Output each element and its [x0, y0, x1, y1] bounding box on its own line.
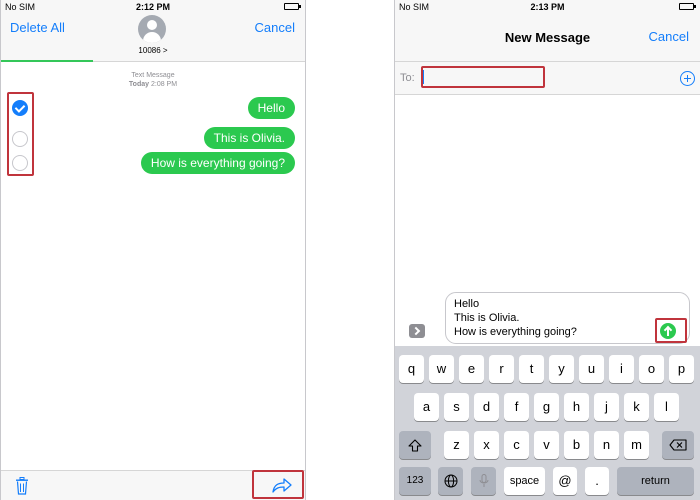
backspace-key[interactable] — [662, 431, 694, 459]
period-key[interactable]: . — [585, 467, 609, 495]
message-bubble-2[interactable]: This is Olivia. — [203, 127, 295, 149]
microphone-icon — [479, 474, 488, 487]
status-time: 2:12 PM — [135, 2, 170, 12]
message-input[interactable]: Hello This is Olivia. How is everything … — [445, 292, 690, 344]
status-time: 2:13 PM — [530, 2, 565, 12]
highlight-recipient-field — [421, 66, 545, 88]
timestamp-day: Today — [128, 81, 150, 88]
key-n[interactable]: n — [594, 431, 619, 459]
right-phone-screen: No SIM 2:13 PM New Message Cancel To: He… — [394, 0, 700, 500]
contact-avatar-icon[interactable] — [138, 15, 166, 43]
key-b[interactable]: b — [564, 431, 589, 459]
key-u[interactable]: u — [579, 355, 604, 383]
shift-icon — [408, 439, 422, 452]
key-x[interactable]: x — [474, 431, 499, 459]
key-o[interactable]: o — [639, 355, 664, 383]
status-bar: No SIM 2:12 PM — [1, 0, 305, 14]
message-input-line: This is Olivia. — [454, 312, 520, 324]
space-key[interactable]: space — [504, 467, 545, 495]
to-label: To: — [400, 72, 415, 84]
progress-underline — [1, 60, 93, 62]
key-e[interactable]: e — [459, 355, 484, 383]
key-i[interactable]: i — [609, 355, 634, 383]
message-service-label: Text Message — [131, 72, 175, 79]
key-g[interactable]: g — [534, 393, 559, 421]
battery-icon — [284, 3, 301, 10]
key-p[interactable]: p — [669, 355, 694, 383]
compose-bar: Hello This is Olivia. How is everything … — [395, 289, 700, 346]
shift-key[interactable] — [399, 431, 431, 459]
status-bar: No SIM 2:13 PM — [395, 0, 700, 14]
key-h[interactable]: h — [564, 393, 589, 421]
backspace-icon — [669, 439, 687, 451]
message-input-line: How is everything going? — [454, 326, 577, 338]
key-k[interactable]: k — [624, 393, 649, 421]
delete-all-button[interactable]: Delete All — [10, 20, 65, 35]
conversation-header: No SIM 2:12 PM Delete All Cancel 10086 > — [1, 0, 305, 62]
key-q[interactable]: q — [399, 355, 424, 383]
key-z[interactable]: z — [444, 431, 469, 459]
globe-icon — [444, 474, 457, 488]
key-d[interactable]: d — [474, 393, 499, 421]
key-j[interactable]: j — [594, 393, 619, 421]
add-contact-icon[interactable] — [680, 71, 695, 86]
at-key[interactable]: @ — [553, 467, 577, 495]
new-message-header: No SIM 2:13 PM New Message Cancel — [395, 0, 700, 62]
timestamp-time: 2:08 PM — [150, 81, 178, 88]
key-l[interactable]: l — [654, 393, 679, 421]
highlight-forward-button — [252, 470, 304, 499]
message-bubble-3[interactable]: How is everything going? — [140, 152, 295, 174]
key-v[interactable]: v — [534, 431, 559, 459]
battery-icon — [679, 3, 696, 10]
key-c[interactable]: c — [504, 431, 529, 459]
cancel-button[interactable]: Cancel — [255, 20, 295, 35]
key-w[interactable]: w — [429, 355, 454, 383]
dictation-key[interactable] — [471, 467, 496, 495]
trash-icon[interactable] — [15, 477, 29, 495]
key-s[interactable]: s — [444, 393, 469, 421]
key-r[interactable]: r — [489, 355, 514, 383]
message-input-line: Hello — [454, 298, 480, 310]
keyboard: qwertyuiop asdfghjkl zxcvbnm 123 space @… — [395, 346, 700, 500]
contact-number[interactable]: 10086 > — [1, 46, 305, 55]
return-key[interactable]: return — [617, 467, 694, 495]
message-timestamp: Today 2:08 PM — [1, 81, 305, 88]
key-t[interactable]: t — [519, 355, 544, 383]
key-m[interactable]: m — [624, 431, 649, 459]
globe-key[interactable] — [438, 467, 463, 495]
recipient-row: To: — [395, 62, 700, 95]
expand-apps-icon[interactable] — [409, 324, 425, 338]
highlight-send-button — [655, 318, 687, 343]
message-bubble-1[interactable]: Hello — [247, 97, 295, 119]
numbers-key[interactable]: 123 — [399, 467, 431, 495]
key-y[interactable]: y — [549, 355, 574, 383]
bottom-toolbar — [1, 470, 305, 500]
cancel-button[interactable]: Cancel — [649, 29, 689, 44]
key-f[interactable]: f — [504, 393, 529, 421]
key-a[interactable]: a — [414, 393, 439, 421]
highlight-checkboxes — [7, 92, 34, 176]
left-phone-screen: No SIM 2:12 PM Delete All Cancel 10086 >… — [0, 0, 306, 500]
